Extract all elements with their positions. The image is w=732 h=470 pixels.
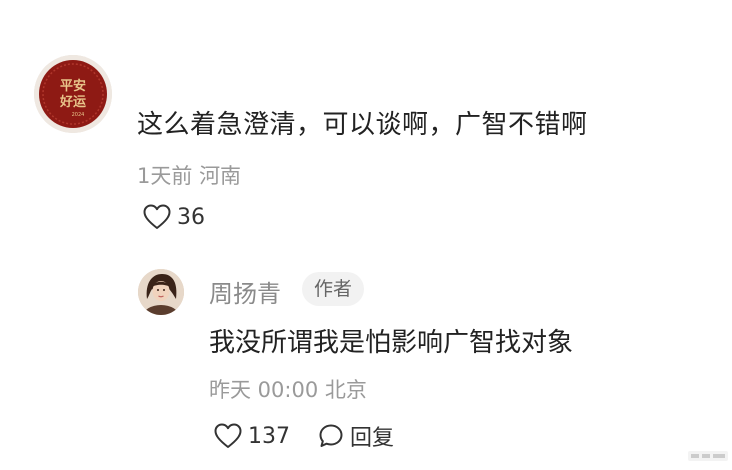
reply-author-name[interactable]: 周扬青 [209, 274, 281, 309]
author-badge: 作者 [302, 272, 365, 306]
avatar-text-bottom: 好运 [59, 94, 86, 110]
comment-like-count: 36 [177, 204, 205, 230]
reply-text: 我没所谓我是怕影响广智找对象 [209, 328, 574, 358]
avatar-year: 2024 [72, 112, 85, 118]
comment-thread: 平安 好运 2024 这么着急澄清，可以谈啊，广智不错啊 1天前 河南 36 周… [0, 0, 732, 470]
reply-actions: 137 回复 [214, 420, 394, 452]
watermark-logo [688, 448, 728, 467]
avatar-text-top: 平安 [60, 78, 86, 94]
reply-location: 北京 [324, 378, 367, 402]
heart-outline-icon [143, 204, 171, 229]
comment-meta: 1天前 河南 [137, 160, 241, 190]
reply-button[interactable]: 回复 [318, 420, 394, 452]
comment-time: 1天前 [137, 164, 193, 188]
ping-an-seal-icon: 平安 好运 2024 [34, 55, 112, 133]
watermark-icon [688, 451, 728, 461]
heart-outline-icon [214, 423, 242, 448]
reply-meta: 昨天 00:00 北京 [209, 374, 367, 404]
comment-location: 河南 [199, 164, 242, 188]
comment-like-button[interactable]: 36 [143, 204, 205, 230]
reply-button-label: 回复 [350, 426, 395, 451]
reply-like-button[interactable]: 137 [214, 423, 290, 449]
commenter-avatar[interactable]: 平安 好运 2024 [34, 55, 112, 133]
speech-bubble-icon [319, 424, 343, 447]
comment-text: 这么着急澄清，可以谈啊，广智不错啊 [137, 110, 588, 140]
reply-time: 昨天 00:00 [209, 378, 319, 402]
reply-like-count: 137 [248, 423, 290, 449]
user-photo-avatar [138, 269, 184, 315]
reply-avatar[interactable] [138, 269, 184, 315]
